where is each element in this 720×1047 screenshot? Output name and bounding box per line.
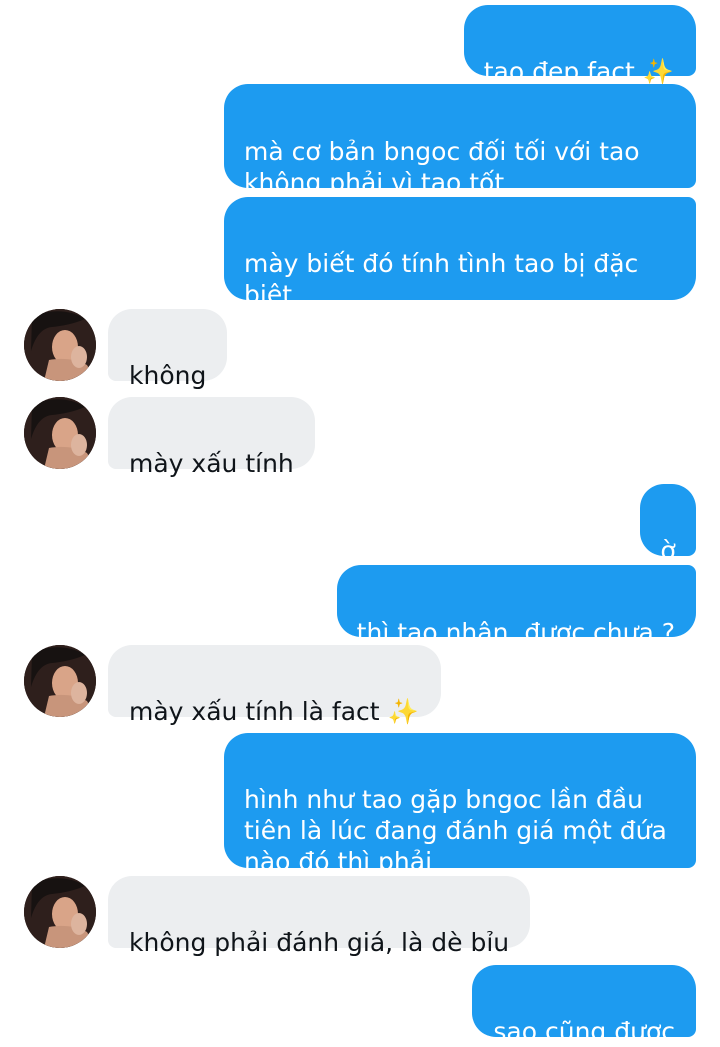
sparkles-icon: ✨	[387, 697, 419, 726]
user-avatar-icon	[24, 645, 96, 717]
message-text: mày xấu tính là fact	[129, 697, 380, 726]
message-outgoing[interactable]: mà cơ bản bngoc đối tối với tao không ph…	[224, 84, 696, 197]
message-outgoing[interactable]: hình như tao gặp bngoc lần đầu tiên là l…	[224, 733, 696, 876]
message-text: mà cơ bản bngoc đối tối với tao không ph…	[244, 137, 640, 197]
message-text: mày biết đó tính tình tao bị đặc biệt	[244, 249, 639, 309]
avatar[interactable]	[24, 397, 96, 469]
user-avatar-icon	[24, 309, 96, 381]
message-incoming[interactable]: không phải đánh giá, là dè bỉu	[108, 876, 531, 957]
avatar[interactable]	[24, 309, 96, 381]
message-text: sao cũng được	[493, 1017, 675, 1046]
message-text: ờ	[660, 536, 676, 565]
sparkles-icon: ✨	[642, 57, 674, 86]
message-incoming[interactable]: không	[108, 309, 228, 390]
chat-screen: { "messages": [ {"text": "tao đẹp fact",…	[0, 0, 720, 1046]
message-outgoing[interactable]: ờ	[640, 484, 696, 565]
message-incoming[interactable]: mày xấu tính	[108, 397, 315, 478]
message-outgoing[interactable]: thì tao nhận, được chưa ?	[336, 565, 696, 647]
message-text: tao đẹp fact	[483, 57, 635, 86]
avatar[interactable]	[24, 876, 96, 948]
user-avatar-icon	[24, 397, 96, 469]
message-incoming[interactable]: mày xấu tính là fact ✨	[108, 645, 441, 726]
message-text: không	[129, 361, 207, 390]
message-outgoing[interactable]: tao đẹp fact ✨	[463, 5, 696, 86]
message-outgoing[interactable]: mày biết đó tính tình tao bị đặc biệt	[224, 197, 696, 309]
message-text: không phải đánh giá, là dè bỉu	[129, 928, 510, 957]
message-text: thì tao nhận, được chưa ?	[356, 618, 675, 647]
user-avatar-icon	[24, 876, 96, 948]
message-outgoing[interactable]: sao cũng được	[472, 965, 696, 1046]
avatar[interactable]	[24, 645, 96, 717]
message-text: hình như tao gặp bngoc lần đầu tiên là l…	[244, 785, 667, 876]
message-text: mày xấu tính	[129, 449, 294, 478]
